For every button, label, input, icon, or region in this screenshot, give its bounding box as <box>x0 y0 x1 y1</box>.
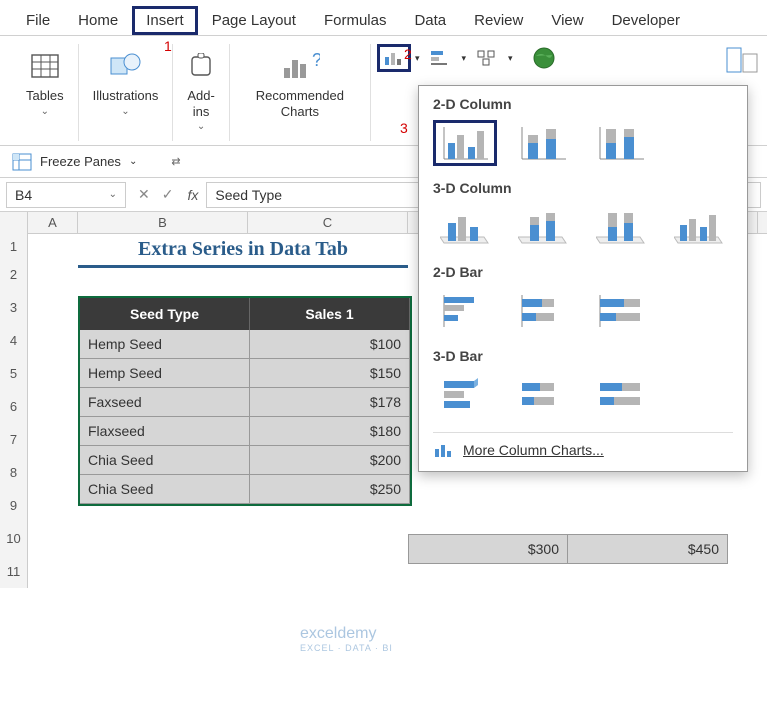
qat-overflow-button[interactable]: ⇄ <box>171 155 180 168</box>
chevron-down-icon: ⌄ <box>197 121 205 132</box>
illustrations-icon <box>108 44 142 88</box>
addins-label: Add- ins <box>187 88 214 119</box>
row-header[interactable]: 7 <box>0 423 28 456</box>
table-cell[interactable]: $100 <box>250 330 410 359</box>
stacked-column-thumb[interactable] <box>511 120 575 166</box>
data-table: Seed Type Sales 1 Hemp Seed$100 Hemp See… <box>78 296 412 506</box>
group-illustrations[interactable]: Illustrations ⌄ <box>79 44 174 141</box>
group-addins[interactable]: Add- ins ⌄ <box>173 44 229 141</box>
row-header[interactable]: 5 <box>0 357 28 390</box>
row-header[interactable]: 6 <box>0 390 28 423</box>
3d-clustered-column-thumb[interactable] <box>433 204 497 250</box>
table-header: Seed Type <box>80 298 250 330</box>
table-cell[interactable]: $180 <box>250 417 410 446</box>
clustered-column-thumb[interactable] <box>433 120 497 166</box>
column-chart-dropdown: 2-D Column 3-D Column 2-D Bar <box>418 85 748 472</box>
chevron-down-icon: ⌄ <box>121 106 129 117</box>
row-header[interactable]: 4 <box>0 324 28 357</box>
tab-data[interactable]: Data <box>400 6 460 35</box>
chevron-down-icon: ▾ <box>461 53 466 64</box>
group-tables[interactable]: Tables ⌄ <box>12 44 79 141</box>
name-box[interactable]: B4⌄ <box>6 182 126 208</box>
sheet-title: Extra Series in Data Tab <box>78 234 408 268</box>
tab-home[interactable]: Home <box>64 6 132 35</box>
table-cell[interactable]: $300 <box>408 534 568 564</box>
col-header[interactable]: A <box>28 212 78 233</box>
freeze-panes-icon <box>12 153 32 171</box>
group-recommended-charts[interactable]: ? Recommended Charts <box>230 44 371 141</box>
column-chart-icon <box>433 441 453 459</box>
clustered-bar-thumb[interactable] <box>433 288 497 334</box>
recommended-charts-icon: ? <box>280 44 320 88</box>
stacked-bar-thumb[interactable] <box>511 288 575 334</box>
row-header[interactable]: 1 <box>0 234 28 258</box>
row-header[interactable]: 11 <box>0 555 28 588</box>
3d-column-thumb[interactable] <box>667 204 731 250</box>
table-cell[interactable]: $250 <box>250 475 410 504</box>
table-header: Sales 1 <box>250 298 410 330</box>
insert-hierarchy-chart-button[interactable] <box>470 44 504 72</box>
table-cell[interactable]: Hemp Seed <box>80 359 250 388</box>
row-header[interactable]: 3 <box>0 291 28 324</box>
more-column-charts-button[interactable]: More Column Charts... <box>433 432 733 461</box>
section-2d-column: 2-D Column <box>433 96 733 112</box>
insert-bar-chart-button[interactable] <box>423 44 457 72</box>
maps-button[interactable] <box>527 44 561 72</box>
watermark: exceldemy EXCEL · DATA · BI <box>300 625 393 653</box>
table-cell[interactable]: $150 <box>250 359 410 388</box>
section-2d-bar: 2-D Bar <box>433 264 733 280</box>
3d-100-stacked-bar-thumb[interactable] <box>589 372 653 418</box>
annotation-3: 3 <box>400 120 408 136</box>
pivotchart-icon[interactable] <box>725 46 759 74</box>
chevron-down-icon: ⌄ <box>129 156 137 167</box>
section-3d-column: 3-D Column <box>433 180 733 196</box>
cancel-icon[interactable]: ✕ <box>132 186 156 203</box>
col-header[interactable]: B <box>78 212 248 233</box>
row-header[interactable]: 9 <box>0 489 28 522</box>
table-cell[interactable]: Flaxseed <box>80 417 250 446</box>
3d-stacked-bar-thumb[interactable] <box>511 372 575 418</box>
tab-developer[interactable]: Developer <box>598 6 694 35</box>
tab-view[interactable]: View <box>537 6 597 35</box>
table-cell[interactable]: Chia Seed <box>80 475 250 504</box>
annotation-2: 2 <box>404 46 412 62</box>
table-cell[interactable]: $450 <box>568 534 728 564</box>
row-header[interactable]: 2 <box>0 258 28 291</box>
table-cell[interactable]: Hemp Seed <box>80 330 250 359</box>
row-header[interactable]: 8 <box>0 456 28 489</box>
tab-page-layout[interactable]: Page Layout <box>198 6 310 35</box>
table-cell[interactable]: $178 <box>250 388 410 417</box>
recommended-charts-label: Recommended Charts <box>256 88 344 119</box>
100-stacked-bar-thumb[interactable] <box>589 288 653 334</box>
tab-insert[interactable]: Insert <box>132 6 198 35</box>
tab-review[interactable]: Review <box>460 6 537 35</box>
chevron-down-icon: ▾ <box>415 53 420 64</box>
row-header[interactable]: 10 <box>0 522 28 555</box>
addins-icon <box>188 44 214 88</box>
tables-icon <box>30 44 60 88</box>
select-all-corner[interactable] <box>0 212 28 234</box>
section-3d-bar: 3-D Bar <box>433 348 733 364</box>
col-header[interactable]: C <box>248 212 408 233</box>
3d-clustered-bar-thumb[interactable] <box>433 372 497 418</box>
chevron-down-icon: ▾ <box>508 53 513 64</box>
table-cell[interactable]: Faxseed <box>80 388 250 417</box>
ribbon-tabs: File Home Insert Page Layout Formulas Da… <box>0 0 767 36</box>
table-cell[interactable]: Chia Seed <box>80 446 250 475</box>
fx-icon[interactable]: fx <box>179 187 206 203</box>
freeze-panes-button[interactable]: Freeze Panes <box>40 154 121 169</box>
enter-icon[interactable]: ✓ <box>156 186 180 203</box>
annotation-1: 1 <box>164 38 172 54</box>
3d-stacked-column-thumb[interactable] <box>511 204 575 250</box>
3d-100-stacked-column-thumb[interactable] <box>589 204 653 250</box>
tab-file[interactable]: File <box>12 6 64 35</box>
svg-text:?: ? <box>312 50 320 70</box>
tables-label: Tables <box>26 88 64 104</box>
tab-formulas[interactable]: Formulas <box>310 6 401 35</box>
100-stacked-column-thumb[interactable] <box>589 120 653 166</box>
illustrations-label: Illustrations <box>93 88 159 104</box>
table-cell[interactable]: $200 <box>250 446 410 475</box>
chevron-down-icon: ⌄ <box>41 106 49 117</box>
